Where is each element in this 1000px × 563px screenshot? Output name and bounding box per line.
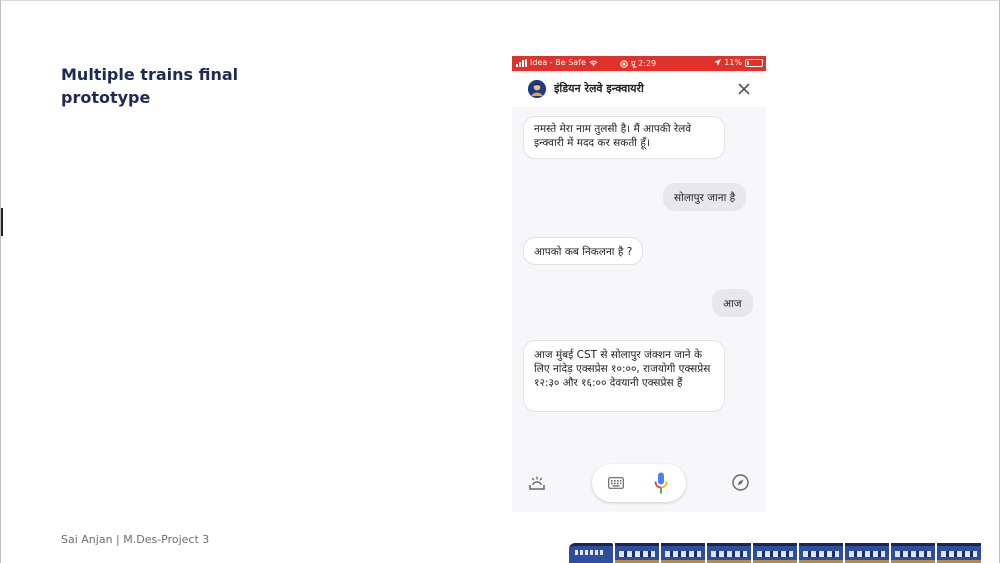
- train-coach: [799, 543, 843, 563]
- user-message-1: सोलापुर जाना है: [663, 183, 747, 211]
- slide-title: Multiple trains final prototype: [61, 63, 341, 109]
- battery-percent: 11%: [724, 58, 742, 67]
- record-icon: [620, 59, 628, 68]
- status-center: प्रू 2:29: [620, 58, 656, 69]
- bot-avatar-icon: [528, 80, 546, 98]
- train-engine: [569, 543, 613, 563]
- slide-title-line-2: prototype: [61, 88, 151, 107]
- status-left: Idea - Be Safe: [516, 58, 598, 67]
- keyboard-icon[interactable]: [608, 477, 624, 489]
- train-coach: [937, 543, 981, 563]
- train-coach: [615, 543, 659, 563]
- train-coach: [661, 543, 705, 563]
- slide: Multiple trains final prototype Idea - B…: [0, 0, 1000, 563]
- bot-name: इंडियन रेलवे इन्क्वायरी: [554, 82, 644, 95]
- wifi-icon: [589, 60, 598, 66]
- phone-screen: Idea - Be Safe प्रू 2:29 11% इंडियन रेलव…: [512, 56, 766, 512]
- mic-icon[interactable]: [654, 472, 668, 494]
- status-right: 11%: [714, 58, 763, 67]
- signal-icon: [516, 58, 527, 67]
- input-pill: [592, 464, 686, 502]
- lens-icon[interactable]: [528, 474, 546, 492]
- bot-avatar: [528, 80, 546, 98]
- train-coach: [891, 543, 935, 563]
- slide-footer: Sai Anjan | M.Des-Project 3: [61, 533, 210, 546]
- status-time: प्रू 2:29: [631, 59, 657, 68]
- train-illustration: [569, 541, 999, 563]
- train-coach: [707, 543, 751, 563]
- bot-message-1: नमस्ते मेरा नाम तुलसी है। मैं आपकी रेलवे…: [523, 116, 725, 159]
- slide-title-line-1: Multiple trains final: [61, 65, 239, 84]
- battery-icon: [745, 58, 763, 67]
- left-edge-marker: [1, 208, 3, 236]
- assistant-bottom-bar: [512, 458, 766, 506]
- bot-message-2: आपको कब निकलना है ?: [523, 237, 644, 265]
- compass-icon[interactable]: [732, 474, 749, 491]
- location-arrow-icon: [714, 59, 722, 66]
- train-coach: [753, 543, 797, 563]
- close-icon[interactable]: [736, 81, 752, 97]
- train-coach: [845, 543, 889, 563]
- carrier-name: Idea - Be Safe: [530, 58, 586, 67]
- chat-header: इंडियन रेलवे इन्क्वायरी: [512, 71, 766, 107]
- bot-message-3: आज मुंबई CST से सोलापुर जंक्शन जाने के ल…: [523, 340, 725, 412]
- status-bar: Idea - Be Safe प्रू 2:29 11%: [512, 56, 766, 71]
- user-message-2: आज: [712, 289, 753, 317]
